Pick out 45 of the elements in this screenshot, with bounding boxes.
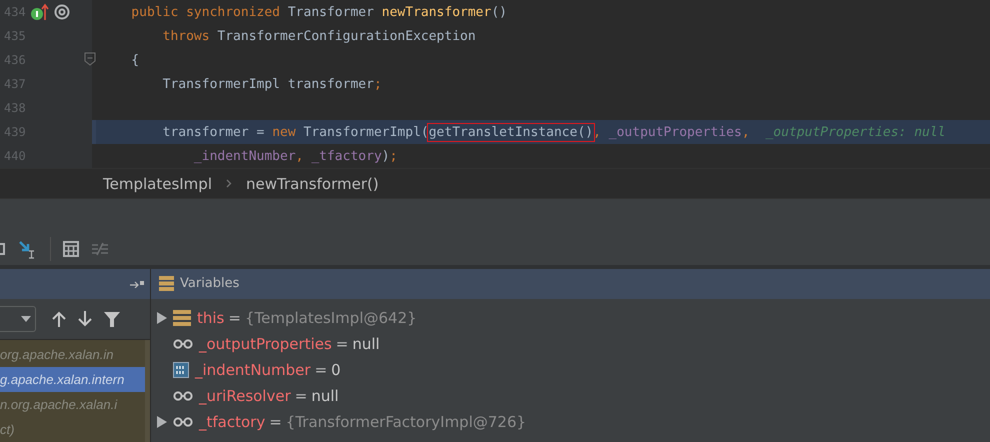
- code-line: _indentNumber, _tfactory);: [192, 148, 398, 166]
- variable-value: null: [352, 334, 380, 353]
- variable-value: {TransformerFactoryImpl@726}: [286, 412, 526, 431]
- equals-sign: =: [269, 412, 282, 431]
- field-icon: [173, 390, 193, 401]
- pin-icon[interactable]: [130, 280, 144, 288]
- stack-frame[interactable]: n.org.apache.xalan.i: [0, 392, 145, 417]
- stack-frame[interactable]: g.apache.xalan.intern: [0, 366, 145, 392]
- stack-frame[interactable]: ct): [0, 416, 145, 442]
- stack-frame[interactable]: org.apache.xalan.in: [0, 342, 145, 367]
- filter-icon[interactable]: [104, 310, 120, 327]
- code-line: {: [130, 52, 140, 70]
- variables-icon: [159, 276, 174, 292]
- variable-name: _indentNumber: [195, 360, 311, 379]
- variable-name: _tfactory: [199, 412, 266, 431]
- variable-value: {TemplatesImpl@642}: [244, 308, 417, 327]
- fold-marker-icon[interactable]: [84, 52, 96, 66]
- variable-name: this: [197, 308, 224, 327]
- equals-sign: =: [314, 360, 328, 379]
- object-icon: [173, 310, 191, 326]
- caret-icon: [21, 316, 31, 322]
- implemented-method-icon: [30, 3, 50, 21]
- panel-title: Variables: [180, 276, 240, 292]
- equals-sign: =: [336, 334, 348, 353]
- code-line: public synchronized Transformer newTransformer(): [130, 4, 508, 22]
- thread-dropdown[interactable]: [0, 306, 36, 332]
- expand-arrow-icon[interactable]: [157, 416, 167, 428]
- breadcrumb-item[interactable]: newTransformer(): [246, 174, 379, 193]
- code-line: TransformerImpl transformer;: [162, 76, 383, 94]
- equals-sign: =: [228, 308, 241, 327]
- variable-value: 0: [331, 360, 341, 379]
- chevron-icon: [226, 179, 232, 188]
- primitive-icon: [173, 362, 189, 378]
- expand-arrow-icon[interactable]: [157, 312, 167, 324]
- arrow-down-icon[interactable]: [78, 310, 92, 327]
- variable-name: _uriResolver: [199, 386, 291, 405]
- equals-sign: =: [294, 386, 308, 405]
- calculator-icon[interactable]: [63, 241, 79, 258]
- code-line: throws TransformerConfigurationException: [162, 28, 477, 46]
- field-icon: [173, 416, 193, 427]
- field-icon: [173, 338, 193, 349]
- variable-value: null: [311, 386, 339, 405]
- breadcrumb-item[interactable]: TemplatesImpl: [103, 174, 212, 193]
- variable-name: _outputProperties: [199, 334, 332, 353]
- arrow-up-icon[interactable]: [52, 310, 66, 327]
